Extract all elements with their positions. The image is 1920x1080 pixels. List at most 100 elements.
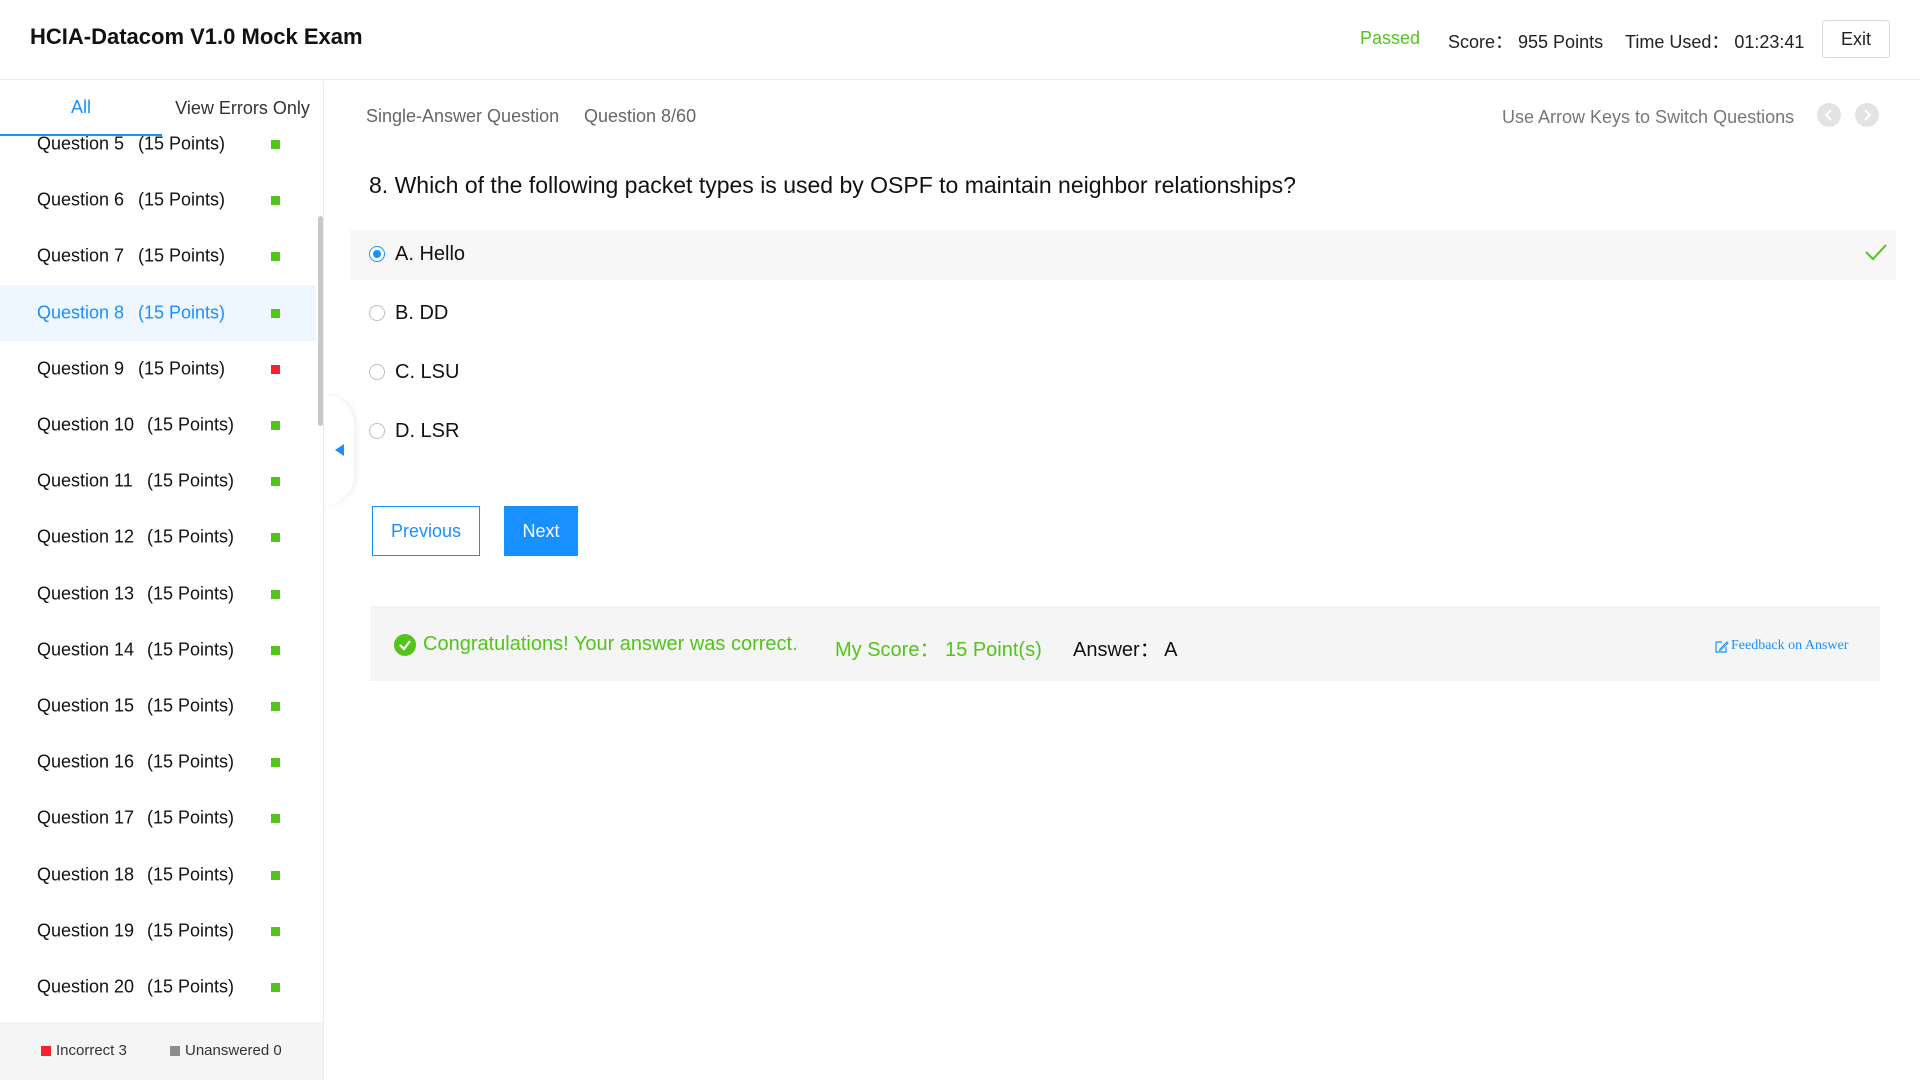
time-used: Time Used： 01:23:41 — [1625, 32, 1805, 52]
question-list-item[interactable]: Question 13 (15 Points) — [0, 566, 316, 622]
arrow-keys-hint: Use Arrow Keys to Switch Questions — [1502, 107, 1795, 127]
chevron-left-icon — [1824, 109, 1832, 121]
correct-status-icon — [271, 926, 280, 936]
correct-status-icon — [271, 702, 280, 711]
correct-answer: Answer： A — [1073, 639, 1178, 661]
correct-status-icon — [271, 758, 280, 768]
option-d[interactable]: D. LSR — [350, 407, 1896, 457]
correct-status-icon — [271, 589, 280, 599]
feedback-label: Feedback on Answer — [1731, 638, 1849, 653]
option-b[interactable]: B. DD — [350, 289, 1896, 339]
question-number: Question 9 — [37, 358, 125, 379]
feedback-link[interactable]: Feedback on Answer — [1715, 638, 1848, 654]
question-list-item[interactable]: Question 17 (15 Points) — [0, 790, 316, 846]
question-points: (15 Points) — [147, 583, 235, 604]
tab-view-errors-only[interactable]: View Errors Only — [162, 81, 323, 136]
question-points: (15 Points) — [147, 526, 235, 547]
incorrect-status-icon — [271, 364, 280, 374]
question-list-item[interactable]: Question 9 (15 Points) — [0, 341, 316, 397]
option-d-label: D. LSR — [395, 420, 460, 442]
question-list-item[interactable]: Question 20 (15 Points) — [0, 959, 316, 1015]
question-sidebar: All View Errors Only Question 5 (15 Point… — [0, 81, 324, 1080]
correct-status-icon — [271, 421, 280, 430]
question-number: Question 14 — [37, 639, 135, 660]
question-points: (15 Points) — [147, 470, 235, 491]
question-list-item[interactable]: Question 15 (15 Points) — [0, 678, 316, 734]
option-c[interactable]: C. LSU — [350, 348, 1896, 398]
tab-all[interactable]: All — [0, 81, 162, 136]
correct-status-icon — [271, 252, 280, 262]
pass-status: Passed — [1360, 28, 1421, 48]
radio-c[interactable] — [369, 364, 385, 380]
prev-question-arrow[interactable] — [1817, 103, 1841, 127]
radio-b[interactable] — [369, 305, 385, 321]
total-score: Score： 955 Points — [1448, 32, 1604, 52]
question-type: Single-Answer Question — [366, 106, 560, 126]
question-list-item[interactable]: Question 14 (15 Points) — [0, 622, 316, 678]
question-points: (15 Points) — [147, 976, 235, 997]
next-question-arrow[interactable] — [1855, 103, 1879, 127]
question-points: (15 Points) — [147, 920, 235, 941]
question-points: (15 Points) — [147, 639, 235, 660]
correct-status-icon — [271, 870, 280, 880]
success-circle-icon — [394, 634, 416, 656]
exit-button[interactable]: Exit — [1822, 20, 1890, 58]
edit-icon — [1715, 640, 1729, 653]
question-list-item[interactable]: Question 7 (15 Points) — [0, 228, 316, 284]
unanswered-square-icon — [170, 1045, 180, 1056]
question-list-item[interactable]: Question 11 (15 Points) — [0, 453, 316, 509]
correct-status-icon — [271, 645, 280, 655]
correct-status-icon — [271, 477, 280, 487]
legend-unanswered-label: Unanswered 0 — [185, 1042, 282, 1059]
correct-status-icon — [271, 533, 280, 543]
question-points: (15 Points) — [147, 864, 235, 885]
legend-incorrect-label: Incorrect 3 — [56, 1042, 127, 1059]
question-number: Question 8 — [37, 302, 125, 323]
option-b-label: B. DD — [395, 302, 449, 324]
question-points: (15 Points) — [147, 751, 235, 772]
filter-tabs: All View Errors Only — [0, 81, 323, 136]
question-number: Question 10 — [37, 414, 135, 435]
status-legend: Incorrect 3 Unanswered 0 — [0, 1022, 323, 1080]
question-counter: Question 8/60 — [584, 106, 697, 126]
question-points: (15 Points) — [138, 136, 226, 154]
question-number: Question 20 — [37, 976, 135, 997]
question-number: Question 12 — [37, 526, 135, 547]
previous-button[interactable]: Previous — [372, 506, 480, 556]
result-panel: Congratulations! Your answer was correct… — [370, 606, 1880, 681]
question-list-item[interactable]: Question 6 (15 Points) — [0, 172, 316, 228]
question-list-item[interactable]: Question 10 (15 Points) — [0, 397, 316, 453]
question-list-item[interactable]: Question 5 (15 Points) — [0, 136, 316, 172]
incorrect-square-icon — [41, 1045, 51, 1056]
question-list-item[interactable]: Question 19 (15 Points) — [0, 903, 316, 959]
question-list-item[interactable]: Question 12 (15 Points) — [0, 509, 316, 565]
question-points: (15 Points) — [138, 189, 226, 210]
correct-status-icon — [271, 140, 280, 149]
radio-a[interactable] — [369, 246, 385, 262]
question-list: Question 5 (15 Points) Question 6 (15 Point… — [0, 136, 323, 1022]
correct-status-icon — [271, 983, 280, 992]
collapse-arrow-icon — [334, 444, 344, 456]
question-list-item[interactable]: Question 8 (15 Points) — [0, 284, 316, 341]
question-number: Question 16 — [37, 751, 135, 772]
question-number: Question 18 — [37, 864, 135, 885]
question-points: (15 Points) — [138, 245, 226, 266]
question-points: (15 Points) — [147, 807, 235, 828]
legend-incorrect: Incorrect 3 — [41, 1042, 127, 1059]
option-a[interactable]: A. Hello — [350, 230, 1896, 280]
legend-unanswered: Unanswered 0 — [170, 1042, 282, 1059]
option-c-label: C. LSU — [395, 361, 460, 383]
checkmark-icon — [1865, 244, 1887, 261]
question-number: Question 5 — [37, 136, 125, 154]
correct-status-icon — [271, 814, 280, 824]
sidebar-scrollbar[interactable] — [318, 216, 323, 426]
question-number: Question 13 — [37, 583, 135, 604]
question-points: (15 Points) — [147, 414, 235, 435]
top-header: HCIA-Datacom V1.0 Mock Exam Passed Score… — [0, 0, 1920, 80]
question-list-item[interactable]: Question 18 (15 Points) — [0, 847, 316, 903]
question-points: (15 Points) — [138, 302, 226, 323]
next-button[interactable]: Next — [504, 506, 578, 556]
question-list-item[interactable]: Question 16 (15 Points) — [0, 734, 316, 790]
question-number: Question 15 — [37, 695, 135, 716]
radio-d[interactable] — [369, 423, 385, 439]
